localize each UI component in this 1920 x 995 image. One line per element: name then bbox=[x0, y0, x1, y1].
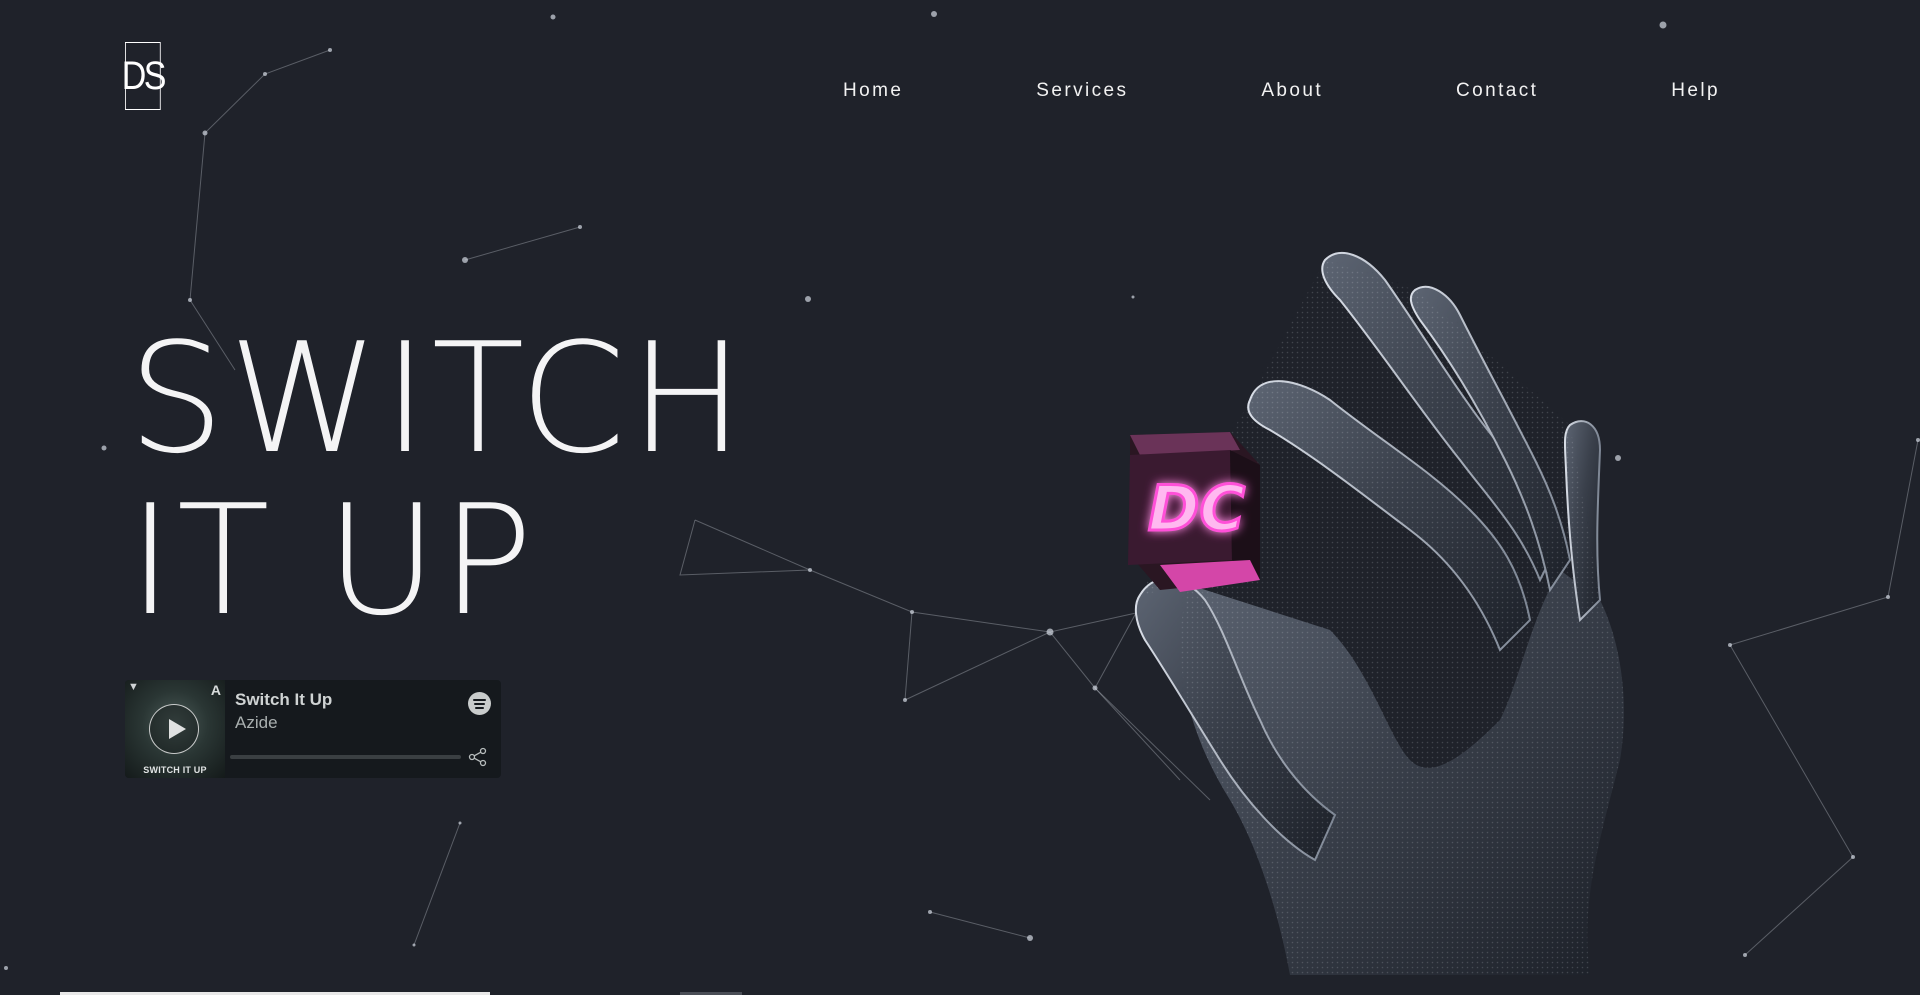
cover-caption: SWITCH IT UP bbox=[143, 765, 207, 775]
logo-text: DS bbox=[121, 53, 167, 98]
nav-services[interactable]: Services bbox=[1036, 80, 1128, 102]
progress-bar[interactable] bbox=[230, 755, 461, 759]
play-icon[interactable] bbox=[149, 704, 199, 754]
dc-cube: DC bbox=[1128, 432, 1260, 592]
cube-text: DC bbox=[1148, 472, 1245, 545]
album-cover: ▼ A SWITCH IT UP bbox=[125, 680, 225, 778]
artist-logo-icon: A bbox=[210, 682, 221, 698]
hero-title-line-2: IT UP bbox=[128, 472, 537, 649]
label-logo-icon: ▼ bbox=[128, 681, 139, 693]
nav-home[interactable]: Home bbox=[843, 80, 903, 102]
nav-about[interactable]: About bbox=[1261, 80, 1323, 102]
brand-logo[interactable]: DS bbox=[121, 42, 167, 110]
hand-holding-cube-image: DC bbox=[1128, 251, 1624, 975]
track-title[interactable]: Switch It Up bbox=[235, 690, 501, 710]
nav-help[interactable]: Help bbox=[1671, 80, 1720, 102]
spotify-icon[interactable] bbox=[468, 692, 491, 715]
main-nav: Home Services About Contact Help bbox=[843, 80, 1720, 102]
hero-page: DS Home Services About Contact Help SWIT… bbox=[0, 0, 1920, 995]
artist-name[interactable]: Azide bbox=[235, 713, 501, 733]
player-info: Switch It Up Azide bbox=[225, 680, 501, 778]
nav-contact[interactable]: Contact bbox=[1456, 80, 1538, 102]
hero-title-line-1: SWITCH bbox=[128, 310, 748, 487]
share-icon[interactable] bbox=[468, 747, 488, 767]
spotify-player: ▼ A SWITCH IT UP Switch It Up Azide bbox=[125, 680, 501, 778]
hero-title: SWITCH IT UP bbox=[128, 318, 748, 642]
